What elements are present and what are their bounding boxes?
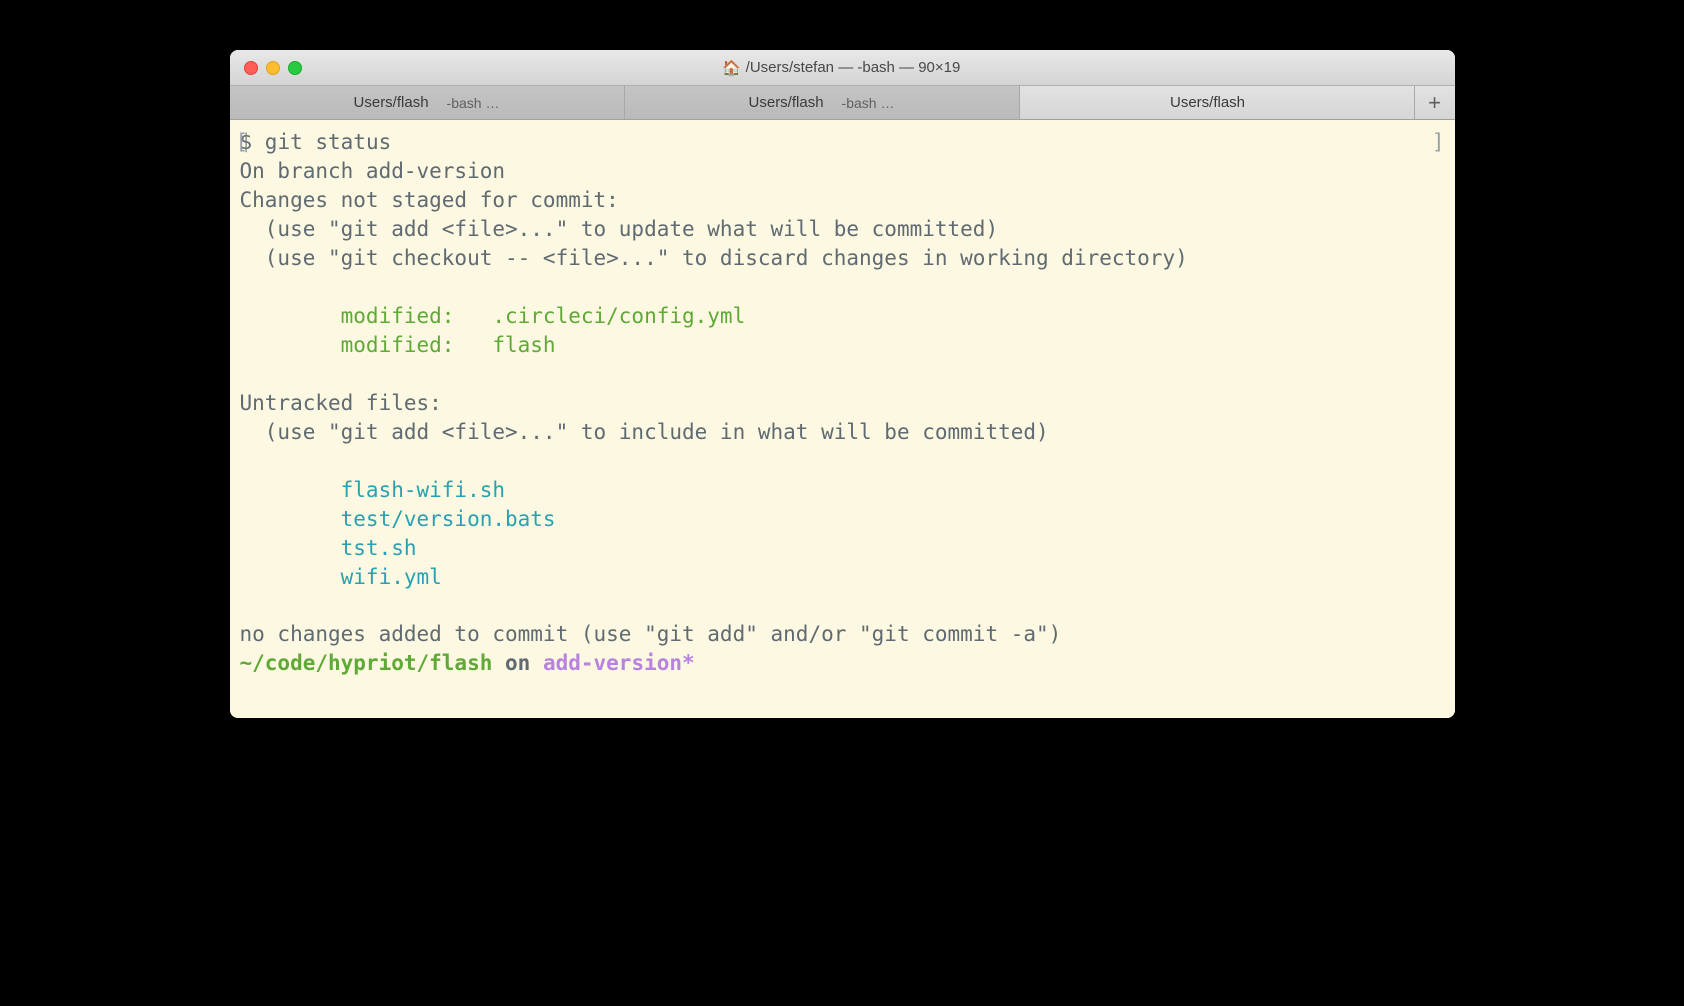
window-title-text: /Users/stefan — -bash — 90×19 [746,59,961,76]
output-modified-1: modified: .circleci/config.yml [240,304,746,328]
output-no-changes: no changes added to commit (use "git add… [240,622,1062,646]
output-untracked-2: test/version.bats [240,507,556,531]
terminal-window: 🏠 /Users/stefan — -bash — 90×19 Users/fl… [230,50,1455,718]
tab-subtitle: -bash … [842,95,895,111]
tab-2[interactable]: Users/flash -bash … [625,86,1020,119]
output-untracked-4: wifi.yml [240,565,442,589]
command-text: git status [265,130,391,154]
plus-icon: + [1428,90,1441,116]
output-modified-2: modified: flash [240,333,556,357]
tab-title: Users/flash [1170,94,1245,111]
tab-title: Users/flash [749,94,824,111]
output-untracked-1: flash-wifi.sh [240,478,506,502]
window-title: 🏠 /Users/stefan — -bash — 90×19 [724,59,961,76]
terminal-content[interactable]: []$ git status On branch add-version Cha… [230,120,1455,718]
ps1-dirty: * [682,651,695,675]
ps1-path: ~/code/hypriot/flash [240,651,493,675]
bracket-left: [ [236,128,249,157]
ps1-branch: add-version [543,651,682,675]
output-untracked: Untracked files: [240,391,442,415]
bracket-right: ] [1432,128,1445,157]
output-branch: On branch add-version [240,159,506,183]
ps1-on: on [492,651,543,675]
output-untracked-3: tst.sh [240,536,417,560]
close-button[interactable] [244,61,258,75]
output-not-staged: Changes not staged for commit: [240,188,619,212]
output-hint-add: (use "git add <file>..." to update what … [240,217,999,241]
tab-1[interactable]: Users/flash -bash … [230,86,625,119]
minimize-button[interactable] [266,61,280,75]
titlebar[interactable]: 🏠 /Users/stefan — -bash — 90×19 [230,50,1455,86]
tab-3[interactable]: Users/flash [1020,86,1415,119]
home-icon: 🏠 [724,60,740,76]
tab-title: Users/flash [354,94,429,111]
tab-subtitle: -bash … [447,95,500,111]
traffic-lights [230,61,302,75]
output-hint-checkout: (use "git checkout -- <file>..." to disc… [240,246,1188,270]
output-hint-untracked: (use "git add <file>..." to include in w… [240,420,1049,444]
maximize-button[interactable] [288,61,302,75]
tab-bar: Users/flash -bash … Users/flash -bash … … [230,86,1455,120]
new-tab-button[interactable]: + [1415,86,1455,119]
